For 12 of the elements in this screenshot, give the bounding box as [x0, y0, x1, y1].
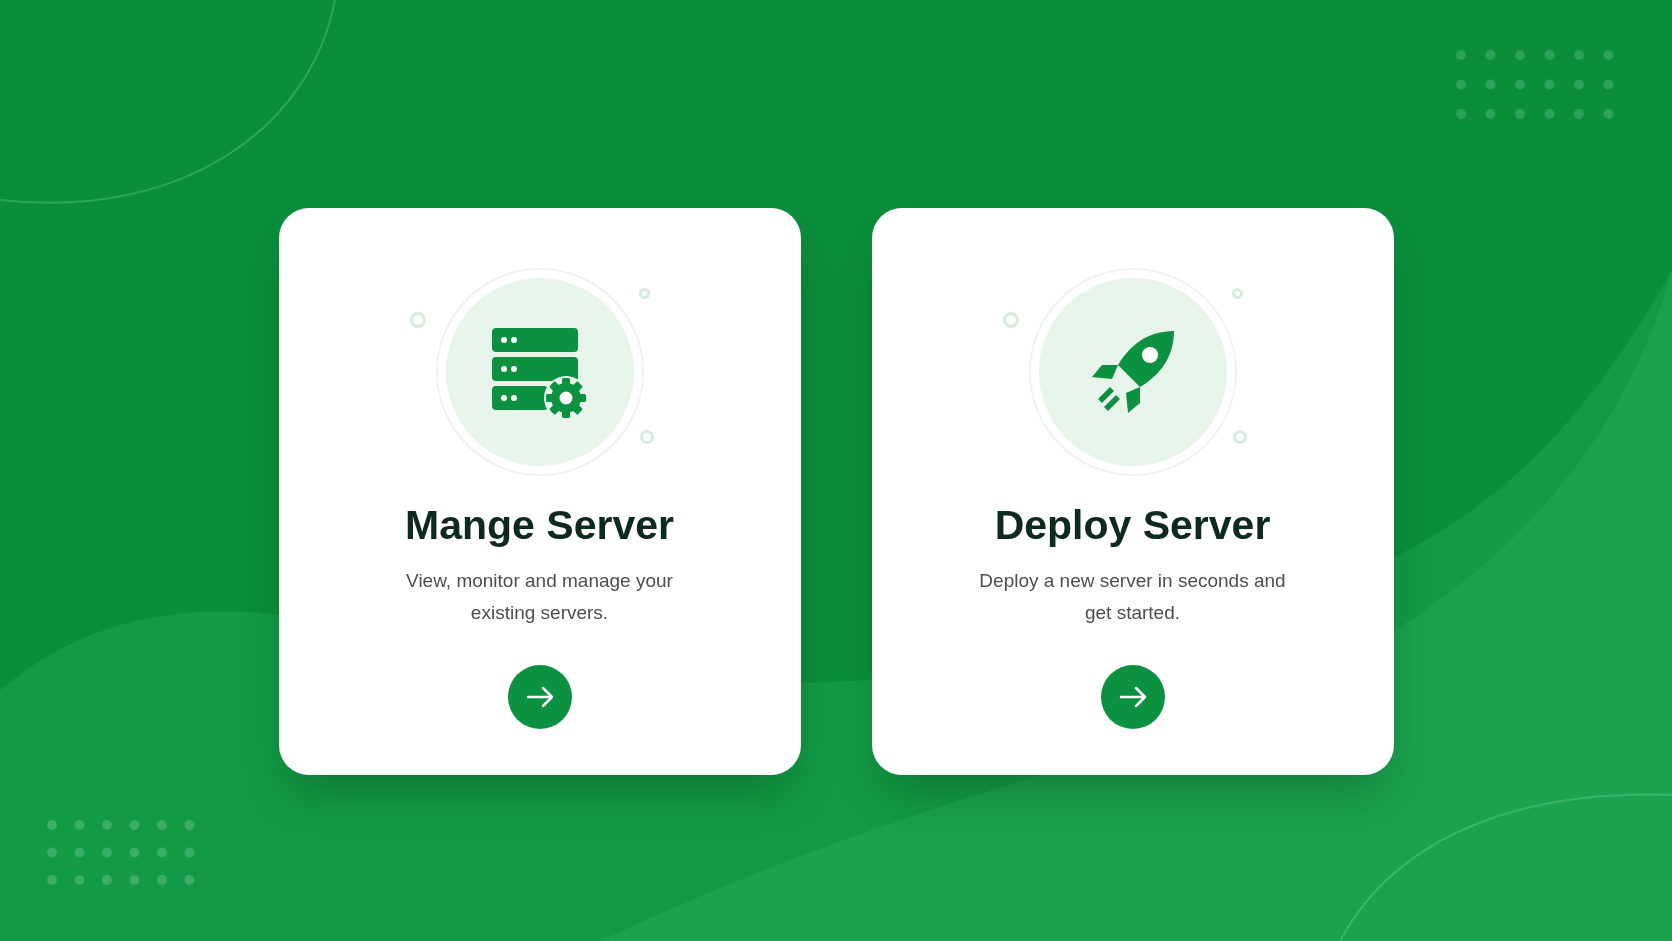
card-description: Deploy a new server in seconds and get started.	[978, 569, 1287, 626]
card-title: Mange Server	[405, 501, 674, 550]
ring-icon	[1232, 430, 1247, 444]
ring-icon	[1002, 312, 1019, 328]
card-description: View, monitor and manage your existing servers.	[405, 569, 674, 626]
ring-icon	[1231, 288, 1243, 299]
arrow-right-icon	[1118, 686, 1147, 709]
arrow-right-icon	[525, 686, 554, 709]
ring-icon	[639, 430, 654, 444]
ring-icon	[638, 288, 650, 299]
card-title: Deploy Server	[994, 501, 1271, 550]
ring-icon	[409, 312, 426, 328]
